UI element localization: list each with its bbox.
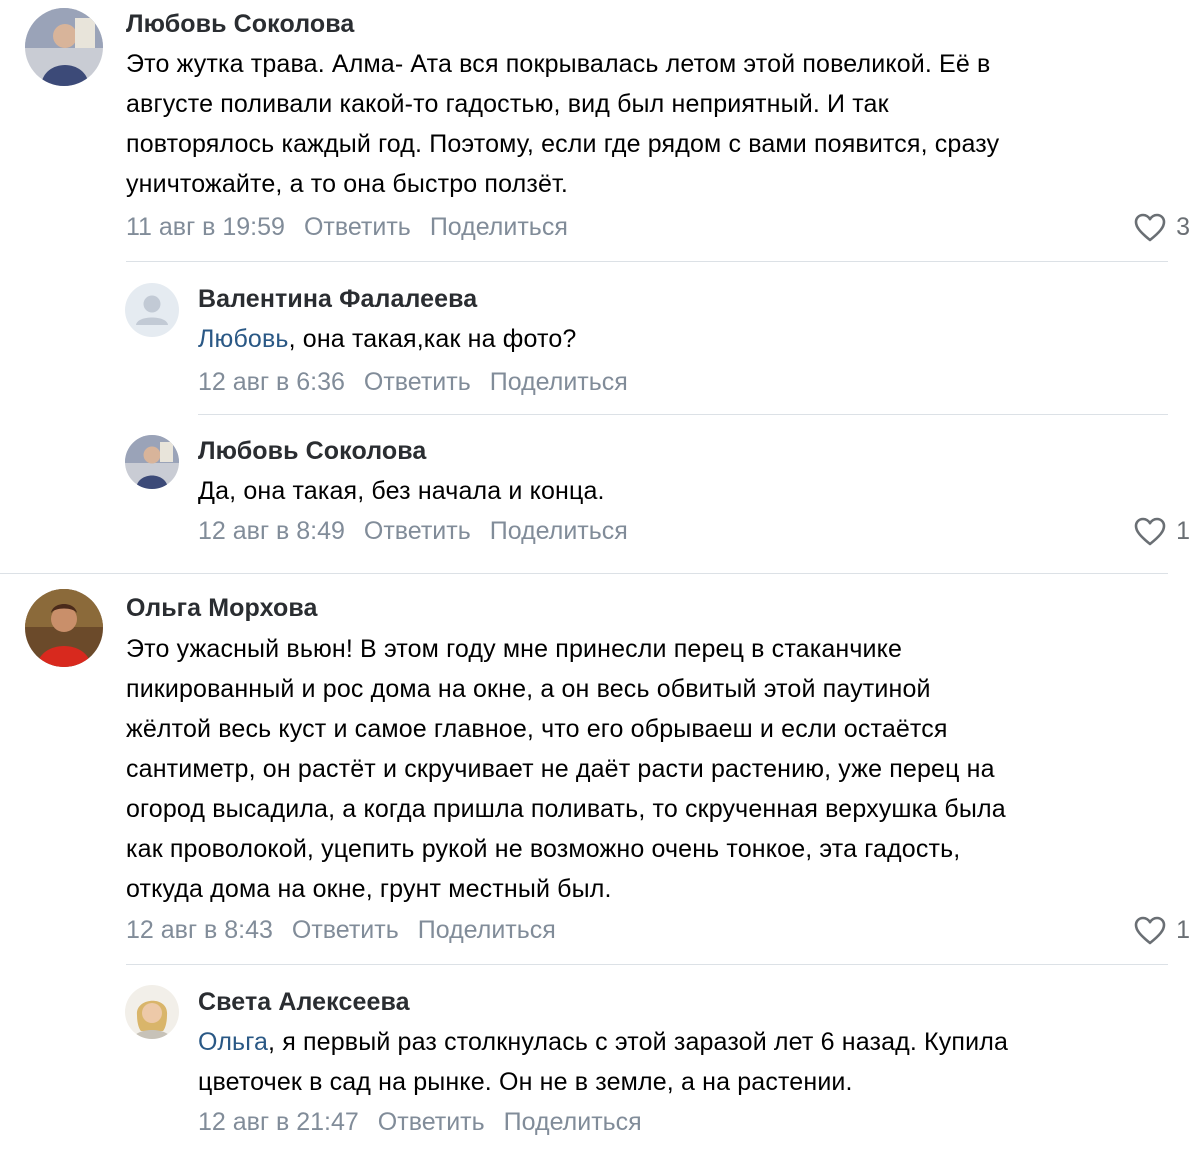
comment-text: Да, она такая, без начала и конца. <box>198 471 1158 511</box>
like-count: 1 <box>1176 916 1190 944</box>
heart-outline-icon <box>1134 916 1166 945</box>
comment-text-line: откуда дома на окне, грунт местный был. <box>126 875 612 903</box>
heart-outline-icon <box>1134 213 1166 242</box>
comment-meta: 12 авг в 21:47 Ответить Поделиться <box>198 1108 642 1137</box>
avatar[interactable] <box>25 8 103 86</box>
comment-text-line: Это ужасный вьюн! В этом году мне принес… <box>126 635 903 663</box>
comment-author[interactable]: Валентина Фалалеева <box>198 285 477 314</box>
person-silhouette-icon <box>125 283 179 337</box>
avatar[interactable] <box>125 435 179 489</box>
share-button[interactable]: Поделиться <box>504 1108 642 1137</box>
comment-text-line: Да, она такая, без начала и конца. <box>198 477 605 505</box>
share-button[interactable]: Поделиться <box>430 213 568 242</box>
mention-link[interactable]: Ольга <box>198 1028 268 1056</box>
comment-text-line: , она такая,как на фото? <box>288 325 577 353</box>
mention-link[interactable]: Любовь <box>198 325 289 353</box>
divider <box>0 573 1168 574</box>
like-count: 3 <box>1176 213 1190 241</box>
divider <box>126 261 1168 262</box>
comment-author[interactable]: Любовь Соколова <box>126 10 354 39</box>
comment-date[interactable]: 12 авг в 6:36 <box>198 368 345 397</box>
comment-text-line: августе поливали какой-то гадостью, вид … <box>126 90 889 118</box>
reply-button[interactable]: Ответить <box>364 517 471 546</box>
reply-button[interactable]: Ответить <box>304 213 411 242</box>
comment-text-fragment: , я первый раз столкнулась с этой заразо… <box>268 1028 1009 1056</box>
share-button[interactable]: Поделиться <box>490 368 628 397</box>
like-button[interactable]: 3 <box>1134 213 1190 242</box>
comment-text: Это ужасный вьюн! В этом году мне принес… <box>126 629 1176 909</box>
comment-text-line: пикированный и рос дома на окне, а он ве… <box>126 675 931 703</box>
comment-text-line: Это жутка трава. Алма- Ата вся покрывала… <box>126 50 991 78</box>
divider <box>126 964 1168 965</box>
comment-text: Любовь, она такая,как на фото? <box>198 319 1158 359</box>
comment-meta: 11 авг в 19:59 Ответить Поделиться <box>126 213 568 242</box>
avatar-photo-icon <box>125 985 179 1039</box>
comment-text-line: цветочек в сад на рынке. Он не в земле, … <box>198 1068 853 1096</box>
comment-date[interactable]: 12 авг в 21:47 <box>198 1108 359 1137</box>
comment-text-line: сантиметр, он растёт и скручивает не даё… <box>126 755 995 783</box>
comment-author[interactable]: Света Алексеева <box>198 988 410 1017</box>
avatar-photo-icon <box>25 589 103 667</box>
like-count: 1 <box>1176 517 1190 545</box>
comment-meta: 12 авг в 6:36 Ответить Поделиться <box>198 368 628 397</box>
reply-button[interactable]: Ответить <box>378 1108 485 1137</box>
comment-date[interactable]: 11 авг в 19:59 <box>126 213 285 242</box>
comment-text: Это жутка трава. Алма- Ата вся покрывала… <box>126 44 1176 204</box>
comment-text-line: повторялось каждый год. Поэтому, если гд… <box>126 130 1000 158</box>
like-button[interactable]: 1 <box>1134 517 1190 546</box>
comment-text-line: жёлтой весь куст и самое главное, что ег… <box>126 715 948 743</box>
comment-meta: 12 авг в 8:43 Ответить Поделиться <box>126 916 556 945</box>
comment-meta: 12 авг в 8:49 Ответить Поделиться <box>198 517 628 546</box>
share-button[interactable]: Поделиться <box>418 916 556 945</box>
avatar[interactable] <box>125 985 179 1039</box>
avatar-photo-icon <box>25 8 103 86</box>
comment-author[interactable]: Любовь Соколова <box>198 437 426 466</box>
like-button[interactable]: 1 <box>1134 916 1190 945</box>
comment-text-line: уничтожайте, а то она быстро ползёт. <box>126 170 568 198</box>
reply-button[interactable]: Ответить <box>292 916 399 945</box>
comment-text: Ольга, я первый раз столкнулась с этой з… <box>198 1022 1178 1102</box>
heart-outline-icon <box>1134 517 1166 546</box>
comment-date[interactable]: 12 авг в 8:49 <box>198 517 345 546</box>
comment-text-line: как проволокой, уцепить рукой не возможн… <box>126 835 961 863</box>
avatar-photo-icon <box>125 435 179 489</box>
avatar[interactable] <box>125 283 179 337</box>
comment-text-line: Ольга, я первый раз столкнулась с этой з… <box>198 1022 1178 1062</box>
avatar[interactable] <box>25 589 103 667</box>
divider <box>198 414 1168 415</box>
comment-date[interactable]: 12 авг в 8:43 <box>126 916 273 945</box>
comment-author[interactable]: Ольга Морхова <box>126 594 317 623</box>
comment-text-line: огород высадила, а когда пришла поливать… <box>126 795 1006 823</box>
reply-button[interactable]: Ответить <box>364 368 471 397</box>
share-button[interactable]: Поделиться <box>490 517 628 546</box>
